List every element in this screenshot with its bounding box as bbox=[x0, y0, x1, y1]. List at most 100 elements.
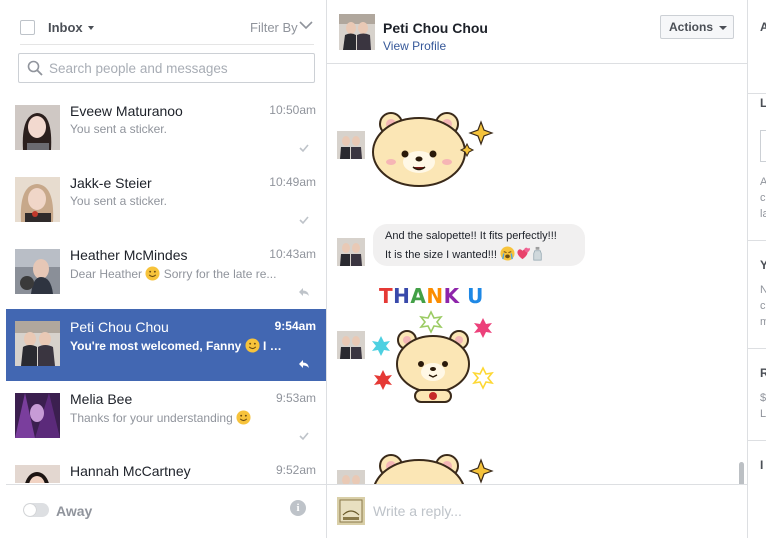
thread-name: Peti Chou Chou bbox=[70, 319, 169, 335]
sticker-letter bbox=[460, 284, 467, 308]
message-text: And the salopette!! It fits perfectly!!! bbox=[385, 230, 557, 242]
message-text-line: It is the size I wanted!!! bbox=[385, 246, 545, 261]
sidebar-text-fragment: m bbox=[760, 316, 766, 328]
my-avatar bbox=[337, 497, 365, 525]
thread-time: 9:54am bbox=[274, 319, 316, 333]
sidebar-heading-fragment: Y bbox=[760, 258, 766, 272]
bear-sticker bbox=[372, 112, 494, 187]
sender-avatar bbox=[337, 470, 365, 484]
thread-snippet: You sent a sticker. bbox=[70, 122, 167, 136]
sidebar-heading-fragment: A bbox=[760, 20, 766, 34]
thread-snippet: You're most welcomed, Fanny I a... bbox=[70, 338, 286, 353]
avatar bbox=[15, 393, 60, 438]
sticker-letter: A bbox=[410, 284, 427, 308]
select-all-checkbox[interactable] bbox=[20, 20, 35, 35]
snippet-text: I a... bbox=[259, 339, 286, 353]
sidebar-text-fragment: L bbox=[760, 408, 766, 420]
info-sidebar: A L A c la Y N c m R $ L I bbox=[748, 0, 766, 538]
sticker-letter: U bbox=[467, 284, 484, 308]
bear-sticker bbox=[373, 454, 494, 484]
messenger-window: Inbox Filter By Search people and messag… bbox=[0, 0, 766, 542]
seen-check-icon bbox=[299, 144, 309, 153]
crying-emoji-icon bbox=[500, 246, 515, 261]
message-bubble: And the salopette!! It fits perfectly!!!… bbox=[373, 224, 585, 266]
thread-time: 9:53am bbox=[275, 391, 316, 405]
sidebar-text-fragment: N bbox=[760, 284, 766, 296]
sidebar-text-fragment: c bbox=[760, 192, 766, 204]
thread-item-jakk-e-steier[interactable]: Jakk-e Steier 10:49am You sent a sticker… bbox=[6, 165, 326, 238]
info-icon[interactable]: i bbox=[290, 500, 306, 516]
thread-list: Eveew Maturanoo 10:50am You sent a stick… bbox=[6, 93, 326, 483]
thread-item-hannah-mccartney[interactable]: Hannah McCartney 9:52am bbox=[6, 453, 326, 483]
sidebar-field-fragment bbox=[760, 130, 766, 162]
chevron-down-icon[interactable] bbox=[299, 20, 313, 30]
avatar bbox=[15, 177, 60, 222]
thread-name: Eveew Maturanoo bbox=[70, 103, 183, 119]
contact-avatar[interactable] bbox=[339, 14, 375, 50]
composer bbox=[327, 484, 747, 539]
conversation-scrollbar[interactable] bbox=[739, 462, 744, 484]
sidebar-text-fragment: la bbox=[760, 208, 766, 220]
thread-snippet: Dear Heather Sorry for the late re... bbox=[70, 266, 286, 281]
divider bbox=[748, 240, 766, 241]
thread-name: Hannah McCartney bbox=[70, 463, 191, 479]
snippet-text: Thanks for your understanding bbox=[70, 411, 237, 425]
sidebar-text-fragment: $ bbox=[760, 392, 766, 404]
thread-time: 10:43am bbox=[269, 247, 316, 261]
thread-snippet: You sent a sticker. bbox=[70, 194, 167, 208]
thank-you-sticker-text: THANK U bbox=[379, 284, 484, 308]
view-profile-link[interactable]: View Profile bbox=[383, 39, 446, 53]
search-input[interactable] bbox=[49, 54, 304, 82]
contact-name[interactable]: Peti Chou Chou bbox=[383, 20, 488, 36]
sticker-letter: K bbox=[443, 284, 460, 308]
chevron-down-icon[interactable] bbox=[88, 26, 94, 30]
thread-name: Heather McMindes bbox=[70, 247, 188, 263]
snippet-text: You're most welcomed, Fanny bbox=[70, 339, 245, 353]
sidebar-text-fragment: c bbox=[760, 300, 766, 312]
avatar bbox=[15, 249, 60, 294]
seen-check-icon bbox=[299, 432, 309, 441]
sticker-caption: THANK U bbox=[379, 284, 484, 308]
divider bbox=[748, 440, 766, 441]
sticker-letter: T bbox=[379, 284, 394, 308]
snippet-text: Dear Heather bbox=[70, 267, 146, 281]
conversation-pane: Peti Chou Chou View Profile Actions And … bbox=[327, 0, 748, 539]
divider bbox=[748, 348, 766, 349]
avatar bbox=[15, 105, 60, 150]
sticker-letter: H bbox=[393, 284, 411, 308]
sender-avatar bbox=[337, 131, 365, 159]
actions-button[interactable]: Actions bbox=[660, 15, 734, 39]
reply-arrow-icon bbox=[299, 360, 309, 368]
filter-by-label[interactable]: Filter By bbox=[250, 20, 298, 35]
search-box[interactable] bbox=[18, 53, 315, 83]
thread-snippet: Thanks for your understanding bbox=[70, 410, 286, 425]
bottle-emoji-icon bbox=[533, 246, 542, 261]
sender-avatar bbox=[337, 238, 365, 266]
message-thread: And the salopette!! It fits perfectly!!!… bbox=[327, 64, 747, 484]
thread-item-heather-mcmindes[interactable]: Heather McMindes 10:43am Dear Heather So… bbox=[6, 237, 326, 310]
away-toggle[interactable] bbox=[23, 503, 49, 517]
inbox-folder-label[interactable]: Inbox bbox=[48, 20, 83, 35]
thread-time: 9:52am bbox=[275, 463, 316, 477]
smiley-emoji-icon bbox=[236, 410, 251, 425]
sidebar-heading-fragment: I bbox=[760, 458, 764, 472]
reply-input[interactable] bbox=[373, 495, 733, 527]
thread-time: 10:50am bbox=[269, 103, 316, 117]
divider bbox=[20, 44, 314, 45]
thread-name: Melia Bee bbox=[70, 391, 133, 407]
bear-thank-you-sticker bbox=[372, 310, 494, 403]
sidebar-text-fragment: A bbox=[760, 176, 766, 188]
seen-check-icon bbox=[299, 216, 309, 225]
presence-bar: Away i bbox=[6, 484, 326, 539]
thread-item-peti-chou-chou[interactable]: Peti Chou Chou 9:54am You're most welcom… bbox=[6, 309, 326, 382]
thread-item-eveew-maturanoo[interactable]: Eveew Maturanoo 10:50am You sent a stick… bbox=[6, 93, 326, 166]
smiley-emoji-icon bbox=[145, 266, 160, 281]
hearts-emoji-icon bbox=[517, 247, 530, 260]
conversation-header: Peti Chou Chou View Profile Actions bbox=[327, 0, 747, 64]
thread-list-pane: Inbox Filter By Search people and messag… bbox=[6, 0, 327, 539]
smiley-emoji-icon bbox=[245, 338, 260, 353]
reply-arrow-icon bbox=[299, 288, 309, 296]
away-label: Away bbox=[56, 503, 93, 519]
thread-item-melia-bee[interactable]: Melia Bee 9:53am Thanks for your underst… bbox=[6, 381, 326, 454]
avatar bbox=[15, 321, 60, 366]
